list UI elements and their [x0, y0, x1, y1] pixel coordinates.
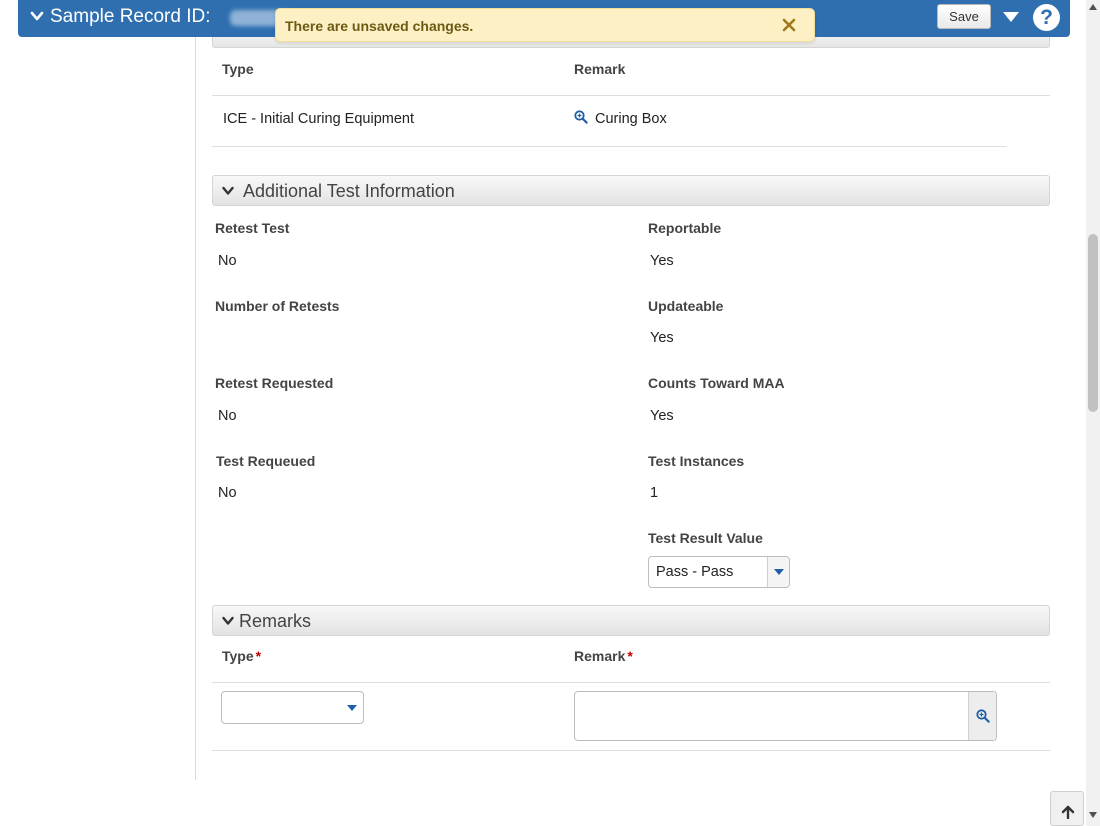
- test-instances-label: Test Instances: [648, 453, 745, 469]
- dropdown-toggle[interactable]: [767, 557, 789, 587]
- updateable-value: Yes: [650, 330, 674, 346]
- equipment-remark-cell: Curing Box: [595, 111, 667, 127]
- caret-down-icon: [347, 705, 357, 711]
- equipment-type-cell: ICE - Initial Curing Equipment: [223, 111, 414, 127]
- divider: [212, 146, 1007, 147]
- page-scrollbar[interactable]: [1086, 0, 1100, 826]
- reportable-label: Reportable: [648, 220, 722, 236]
- left-panel: [0, 0, 196, 780]
- caret-down-icon: [774, 569, 784, 575]
- divider: [212, 95, 1050, 96]
- required-marker: *: [255, 648, 262, 664]
- section-title: Additional Test Information: [243, 181, 455, 201]
- reportable-value: Yes: [650, 253, 674, 269]
- required-marker: *: [627, 648, 633, 664]
- magnifier-icon: [976, 709, 990, 723]
- divider: [212, 682, 1050, 683]
- page-bottom-area: [0, 780, 1086, 826]
- test-requeued-label: Test Requeued: [216, 453, 316, 469]
- remarks-remark-label: Remark: [574, 648, 626, 664]
- remark-type-select[interactable]: [221, 691, 364, 724]
- arrow-up-icon: [1061, 805, 1075, 819]
- remark-lookup-button[interactable]: [968, 692, 996, 740]
- remarks-type-label: Type: [222, 648, 254, 664]
- equipment-type-column-header: Type: [222, 61, 254, 77]
- remark-input[interactable]: [574, 691, 997, 741]
- test-result-value-select[interactable]: Pass - Pass: [648, 556, 790, 588]
- retest-requested-label: Retest Requested: [215, 375, 334, 391]
- remarks-remark-column-header: Remark *: [574, 648, 633, 664]
- notification-message: There are unsaved changes.: [285, 18, 474, 34]
- dropdown-toggle[interactable]: [341, 692, 363, 723]
- section-title: Remarks: [239, 611, 312, 631]
- counts-toward-maa-label: Counts Toward MAA: [648, 375, 785, 391]
- chevron-down-icon[interactable]: [30, 9, 44, 23]
- back-to-top-button[interactable]: [1050, 791, 1084, 826]
- chevron-down-icon: [222, 186, 234, 195]
- unsaved-changes-notification: There are unsaved changes.: [275, 8, 815, 42]
- test-result-selected-value: Pass - Pass: [656, 564, 734, 580]
- header-title: Sample Record ID:: [50, 6, 211, 27]
- test-instances-value: 1: [650, 485, 659, 501]
- chevron-down-icon: [222, 616, 234, 625]
- magnifier-icon[interactable]: [574, 110, 588, 124]
- test-requeued-value: No: [218, 485, 237, 501]
- equipment-remark-column-header: Remark: [574, 61, 626, 77]
- scrollbar-thumb[interactable]: [1088, 234, 1098, 412]
- counts-toward-maa-value: Yes: [650, 408, 674, 424]
- remarks-type-column-header: Type *: [222, 648, 261, 664]
- updateable-label: Updateable: [648, 298, 724, 314]
- number-of-retests-label: Number of Retests: [215, 298, 340, 314]
- scroll-down-icon[interactable]: [1089, 812, 1097, 818]
- help-icon[interactable]: ?: [1033, 4, 1060, 31]
- remarks-section-header[interactable]: Remarks: [212, 605, 1050, 636]
- close-icon[interactable]: [780, 16, 798, 34]
- retest-test-value: No: [218, 253, 237, 269]
- retest-test-label: Retest Test: [215, 220, 290, 236]
- save-button[interactable]: Save: [937, 4, 991, 29]
- retest-requested-value: No: [218, 408, 237, 424]
- scroll-up-icon[interactable]: [1089, 4, 1097, 10]
- divider: [212, 750, 1050, 751]
- caret-down-icon[interactable]: [1003, 11, 1019, 23]
- test-result-value-label: Test Result Value: [648, 530, 763, 546]
- additional-test-info-section-header[interactable]: Additional Test Information: [212, 175, 1050, 206]
